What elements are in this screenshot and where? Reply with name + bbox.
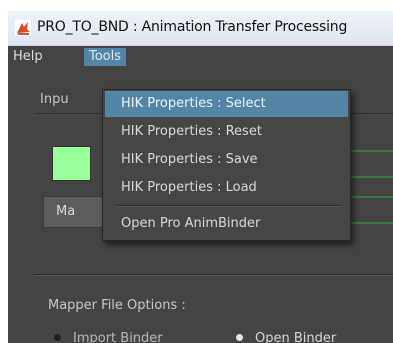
menu-separator bbox=[117, 205, 342, 207]
mapper-options-label: Mapper File Options : bbox=[48, 298, 186, 313]
window-title: PRO_TO_BND : Animation Transfer Processi… bbox=[37, 19, 348, 35]
radio-dot-icon bbox=[54, 334, 61, 341]
menu-help[interactable]: Help bbox=[8, 48, 48, 66]
radio-open-binder[interactable]: Open Binder bbox=[236, 330, 336, 343]
radio-import-binder[interactable]: Import Binder bbox=[54, 330, 163, 343]
section-separator bbox=[34, 274, 393, 276]
menu-item-hik-select[interactable]: HIK Properties : Select bbox=[105, 91, 348, 117]
radio-import-label: Import Binder bbox=[73, 331, 163, 343]
menu-item-open-animbinder[interactable]: Open Pro AnimBinder bbox=[105, 211, 348, 237]
color-swatch[interactable] bbox=[52, 146, 91, 181]
menu-item-hik-reset[interactable]: HIK Properties : Reset bbox=[105, 119, 348, 145]
menu-item-hik-load[interactable]: HIK Properties : Load bbox=[105, 175, 348, 201]
ma-button[interactable]: Ma bbox=[43, 196, 103, 228]
tools-dropdown-menu: HIK Properties : Select HIK Properties :… bbox=[102, 89, 351, 241]
app-window: PRO_TO_BND : Animation Transfer Processi… bbox=[8, 11, 393, 343]
radio-dot-selected-icon bbox=[236, 334, 243, 341]
radio-open-label: Open Binder bbox=[255, 331, 337, 343]
app-logo-icon bbox=[15, 20, 31, 36]
menu-bar: Help Tools bbox=[8, 46, 393, 68]
menu-item-hik-save[interactable]: HIK Properties : Save bbox=[105, 147, 348, 173]
title-bar[interactable]: PRO_TO_BND : Animation Transfer Processi… bbox=[8, 11, 393, 46]
menu-tools[interactable]: Tools bbox=[84, 48, 127, 66]
input-section-label: Inpu bbox=[40, 92, 69, 107]
